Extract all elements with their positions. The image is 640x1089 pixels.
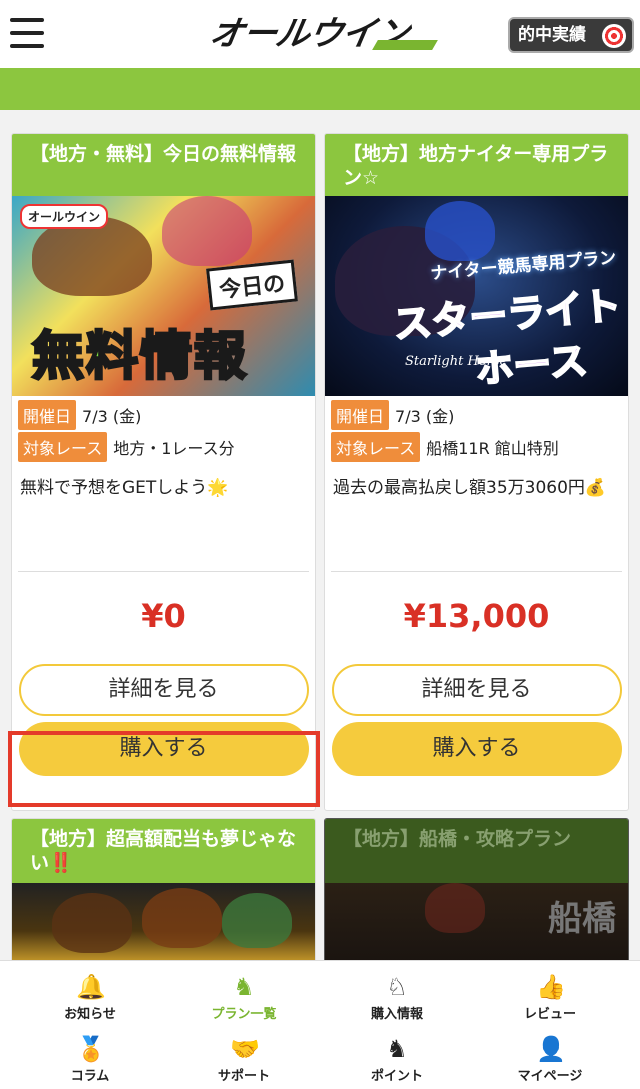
bell-icon: 🔔 bbox=[76, 973, 106, 1001]
plan-image[interactable]: 船橋 bbox=[325, 883, 628, 962]
plan-price: ¥0 bbox=[141, 597, 186, 635]
nav-label: レビュー bbox=[523, 1007, 576, 1022]
race-row: 対象レース 地方・1レース分 bbox=[12, 428, 315, 462]
horse-illustration bbox=[222, 893, 292, 948]
image-headline: 無料情報 bbox=[30, 326, 249, 389]
nav-label: 購入情報 bbox=[370, 1007, 423, 1022]
plan-card-funabashi: 【地方】船橋・攻略プラン 船橋 bbox=[324, 818, 629, 963]
plan-title[interactable]: 【地方】地方ナイター専用プラン☆ bbox=[325, 134, 628, 196]
image-headline: 船橋 bbox=[548, 899, 616, 939]
nav-label: ポイント bbox=[370, 1069, 423, 1084]
date-tag: 開催日 bbox=[18, 400, 77, 430]
site-logo[interactable]: オールウイン bbox=[206, 14, 438, 54]
jockey-illustration bbox=[162, 196, 252, 266]
nav-mypage[interactable]: 👤 マイページ bbox=[470, 1029, 630, 1089]
logo-accent bbox=[372, 40, 438, 50]
nav-label: お知らせ bbox=[64, 1007, 116, 1022]
nav-plan-list[interactable]: ♞ プラン一覧 bbox=[164, 967, 324, 1027]
race-tag: 対象レース bbox=[18, 432, 108, 462]
date-tag: 開催日 bbox=[331, 400, 390, 430]
header: オールウイン 的中実績 bbox=[0, 0, 640, 68]
buy-button[interactable]: 購入する bbox=[331, 722, 622, 776]
jockey-illustration bbox=[425, 201, 495, 261]
race-tag: 対象レース bbox=[331, 432, 421, 462]
race-row: 対象レース 船橋11R 館山特別 bbox=[325, 428, 628, 462]
nav-support[interactable]: 🤝 サポート bbox=[164, 1029, 324, 1089]
nav-label: サポート bbox=[217, 1069, 270, 1084]
handshake-icon: 🤝 bbox=[230, 1035, 260, 1063]
plan-card-night: 【地方】地方ナイター専用プラン☆ ナイター競馬専用プラン スターライト Star… bbox=[324, 133, 629, 811]
plan-description: 過去の最高払戻し額35万3060円💰 bbox=[331, 460, 622, 572]
detail-button[interactable]: 詳細を見る bbox=[331, 664, 622, 716]
detail-button[interactable]: 詳細を見る bbox=[18, 664, 309, 716]
race-value: 地方・1レース分 bbox=[113, 439, 235, 458]
user-plus-icon: 👤 bbox=[536, 1035, 566, 1063]
nav-reviews[interactable]: 👍 レビュー bbox=[470, 967, 630, 1027]
hits-record-button[interactable]: 的中実績 bbox=[508, 17, 634, 53]
buy-button-highlight bbox=[8, 731, 320, 807]
plan-card-free: 【地方・無料】今日の無料情報 オールウイン 今日の 無料情報 開催日 7/3 (… bbox=[11, 133, 316, 811]
nav-label: コラム bbox=[70, 1069, 110, 1084]
date-value: 7/3 (金) bbox=[82, 407, 142, 426]
green-banner bbox=[0, 68, 640, 110]
race-value: 船橋11R 館山特別 bbox=[426, 439, 559, 458]
award-icon: 🏅 bbox=[76, 1035, 106, 1063]
nav-points[interactable]: ♞ ポイント bbox=[317, 1029, 477, 1089]
nav-label: マイページ bbox=[517, 1069, 583, 1084]
date-row: 開催日 7/3 (金) bbox=[325, 396, 628, 430]
plan-title[interactable]: 【地方】船橋・攻略プラン bbox=[325, 819, 628, 883]
date-value: 7/3 (金) bbox=[395, 407, 455, 426]
nav-column[interactable]: 🏅 コラム bbox=[10, 1029, 170, 1089]
nav-label: プラン一覧 bbox=[211, 1007, 277, 1022]
target-icon bbox=[602, 24, 626, 48]
nav-purchase-info[interactable]: ♘ 購入情報 bbox=[317, 967, 477, 1027]
hits-record-label: 的中実績 bbox=[518, 25, 586, 45]
plan-title[interactable]: 【地方・無料】今日の無料情報 bbox=[12, 134, 315, 196]
nav-news[interactable]: 🔔 お知らせ bbox=[10, 967, 170, 1027]
jockey-illustration bbox=[425, 883, 485, 933]
plan-price: ¥13,000 bbox=[403, 597, 550, 635]
plan-image[interactable]: ナイター競馬専用プラン スターライト Starlight Horse ホース bbox=[325, 196, 628, 396]
plan-description: 無料で予想をGETしよう🌟 bbox=[18, 460, 309, 572]
horse-illustration bbox=[142, 888, 222, 948]
plan-image[interactable] bbox=[12, 883, 315, 962]
plan-image[interactable]: オールウイン 今日の 無料情報 bbox=[12, 196, 315, 396]
horse-points-icon: ♞ bbox=[386, 1035, 408, 1063]
date-row: 開催日 7/3 (金) bbox=[12, 396, 315, 430]
plan-title[interactable]: 【地方】超高額配当も夢じゃない‼️ bbox=[12, 819, 315, 883]
plan-card-high-payout: 【地方】超高額配当も夢じゃない‼️ bbox=[11, 818, 316, 963]
image-caption: 今日の bbox=[206, 259, 298, 311]
horse-jockey-icon: ♞ bbox=[233, 973, 255, 1001]
horse-rider-icon: ♘ bbox=[386, 973, 408, 1001]
menu-icon[interactable] bbox=[10, 18, 44, 48]
thumbs-up-icon: 👍 bbox=[536, 973, 566, 1001]
bottom-nav: 🔔 お知らせ ♞ プラン一覧 ♘ 購入情報 👍 レビュー 🏅 コラム 🤝 サポー… bbox=[0, 960, 640, 1089]
image-headline-2: ホース bbox=[473, 337, 591, 393]
horse-illustration bbox=[52, 893, 132, 953]
image-logo: オールウイン bbox=[20, 204, 109, 229]
